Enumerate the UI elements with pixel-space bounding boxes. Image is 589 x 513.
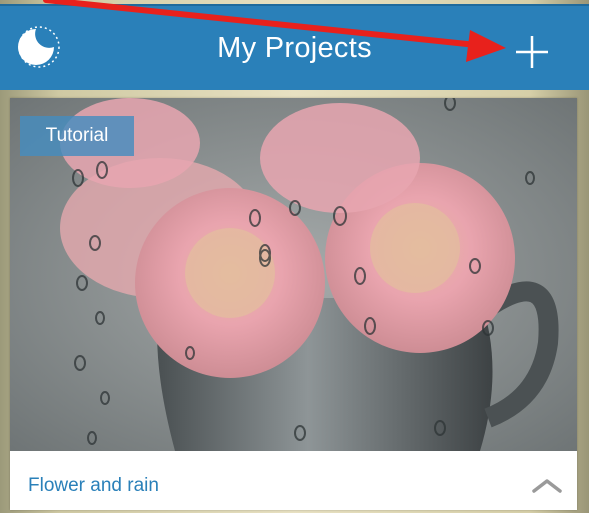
expand-card-button[interactable] [530,473,564,497]
project-name[interactable]: Flower and rain [28,475,159,497]
plus-icon[interactable] [510,30,554,74]
card-footer: Flower and rain [10,451,577,510]
tutorial-badge: Tutorial [20,116,134,156]
project-card[interactable]: Tutorial Flower and rain [10,98,577,510]
page-title: My Projects [217,32,372,64]
project-thumbnail[interactable]: Tutorial [10,98,577,451]
chevron-up-icon[interactable] [530,473,564,497]
add-project-button[interactable] [510,30,554,74]
app-header: My Projects [0,4,589,90]
